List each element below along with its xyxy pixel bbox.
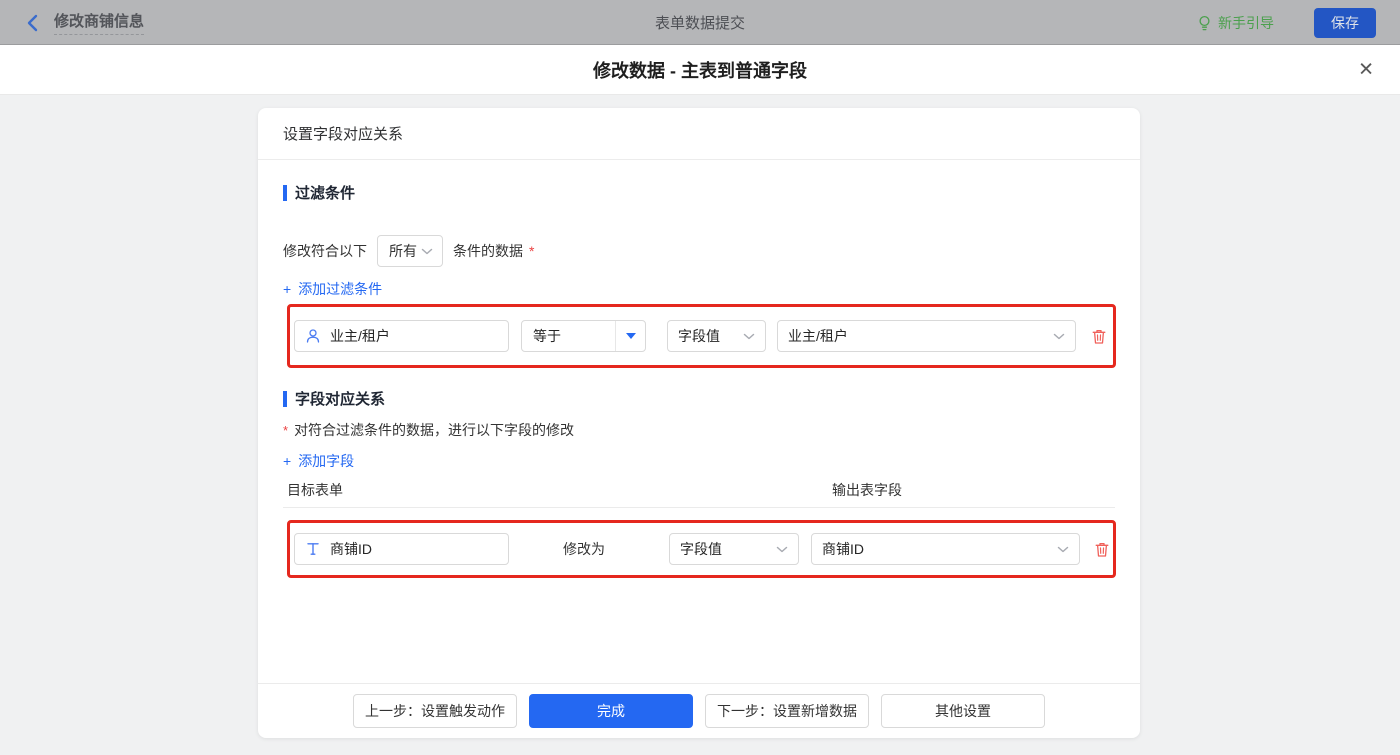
operator-value: 等于 — [533, 328, 561, 344]
required-mark: * — [283, 422, 289, 438]
prev-step-button[interactable]: 上一步：设置触发动作 — [353, 694, 517, 728]
sentence-prefix: 修改符合以下 — [283, 243, 367, 259]
trash-icon — [1092, 329, 1106, 344]
target-field-name: 商铺ID — [330, 541, 372, 557]
mapping-description: * 对符合过滤条件的数据，进行以下字段的修改 — [283, 420, 1115, 440]
add-filter-condition-link[interactable]: + 添加过滤条件 — [283, 279, 382, 299]
plus-icon: + — [283, 453, 292, 469]
delete-mapping-row-button[interactable] — [1094, 541, 1110, 558]
user-icon — [306, 329, 320, 343]
beginner-guide-label: 新手引导 — [1218, 14, 1274, 31]
text-field-icon — [307, 543, 319, 555]
required-mark: * — [529, 243, 535, 259]
trash-icon — [1095, 542, 1109, 557]
section-mapping-title: 字段对应关系 — [295, 391, 386, 408]
card-header: 设置字段对应关系 — [258, 108, 1140, 160]
chevron-down-icon — [743, 333, 755, 339]
plus-icon: + — [283, 281, 292, 297]
filter-field-name: 业主/租户 — [330, 328, 390, 344]
section-filter-conditions: 过滤条件 — [283, 182, 1115, 203]
modal-content-area: 设置字段对应关系 过滤条件 修改符合以下 所有 条件的数据 * + 添加过滤条件… — [0, 95, 1400, 755]
mapping-value-select[interactable]: 商铺ID — [811, 533, 1080, 565]
page-title: 表单数据提交 — [654, 15, 745, 32]
next-step-button[interactable]: 下一步：设置新增数据 — [705, 694, 869, 728]
match-mode-value: 所有 — [389, 243, 417, 259]
mapping-description-text: 对符合过滤条件的数据，进行以下字段的修改 — [294, 422, 575, 438]
blue-bar-icon — [283, 390, 287, 407]
operator-select[interactable]: 等于 — [521, 320, 646, 352]
triangle-down-icon — [625, 333, 636, 339]
modify-to-label: 修改为 — [563, 541, 605, 557]
back-button[interactable] — [26, 14, 40, 32]
other-settings-button[interactable]: 其他设置 — [881, 694, 1045, 728]
top-app-bar: 修改商铺信息 表单数据提交 新手引导 保存 — [0, 0, 1400, 45]
match-mode-select[interactable]: 所有 — [377, 235, 443, 267]
chevron-down-icon — [1057, 546, 1069, 552]
filter-value-field: 业主/租户 — [788, 328, 848, 344]
mapping-value-field: 商铺ID — [822, 541, 864, 557]
filter-value-select[interactable]: 业主/租户 — [777, 320, 1076, 352]
modal-title: 修改数据 - 主表到普通字段 — [593, 60, 807, 81]
section-filter-title: 过滤条件 — [295, 185, 356, 202]
lightbulb-icon — [1199, 15, 1210, 30]
workflow-title[interactable]: 修改商铺信息 — [54, 10, 145, 35]
column-output-field: 输出表字段 — [832, 482, 902, 498]
add-field-link[interactable]: + 添加字段 — [283, 451, 354, 471]
save-button[interactable]: 保存 — [1314, 7, 1376, 38]
chevron-down-icon — [776, 546, 788, 552]
filter-match-sentence: 修改符合以下 所有 条件的数据 * — [283, 235, 1115, 267]
delete-filter-condition-button[interactable] — [1091, 328, 1107, 345]
card-body: 过滤条件 修改符合以下 所有 条件的数据 * + 添加过滤条件 业主/租户 等于… — [258, 160, 1140, 683]
close-icon[interactable]: ✕ — [1358, 60, 1374, 79]
add-filter-condition-label: 添加过滤条件 — [298, 281, 383, 297]
card-footer: 上一步：设置触发动作 完成 下一步：设置新增数据 其他设置 — [258, 683, 1140, 738]
chevron-down-icon — [1053, 333, 1065, 339]
section-field-mapping: 字段对应关系 — [283, 388, 1115, 409]
operator-caret-button[interactable] — [615, 321, 645, 351]
sentence-suffix: 条件的数据 — [453, 243, 523, 259]
blue-bar-icon — [283, 184, 287, 201]
filter-field-input[interactable]: 业主/租户 — [294, 320, 509, 352]
filter-value-type: 字段值 — [678, 328, 720, 344]
add-field-label: 添加字段 — [298, 453, 355, 469]
done-button[interactable]: 完成 — [529, 694, 693, 728]
column-target-form: 目标表单 — [287, 482, 343, 498]
mapping-row-highlight: 商铺ID 修改为 字段值 商铺ID — [287, 520, 1116, 578]
filter-value-type-select[interactable]: 字段值 — [667, 320, 766, 352]
field-mapping-card: 设置字段对应关系 过滤条件 修改符合以下 所有 条件的数据 * + 添加过滤条件… — [258, 108, 1140, 738]
target-field-input[interactable]: 商铺ID — [294, 533, 509, 565]
beginner-guide-button[interactable]: 新手引导 — [1197, 13, 1274, 33]
chevron-down-icon — [421, 248, 433, 254]
mapping-column-headers: 目标表单 输出表字段 — [283, 480, 1115, 508]
filter-condition-row-highlight: 业主/租户 等于 字段值 业主/租户 — [287, 304, 1116, 368]
mapping-value-type: 字段值 — [680, 541, 722, 557]
chevron-left-icon — [27, 14, 38, 31]
modal-header: 修改数据 - 主表到普通字段 ✕ — [0, 45, 1400, 95]
mapping-value-type-select[interactable]: 字段值 — [669, 533, 799, 565]
